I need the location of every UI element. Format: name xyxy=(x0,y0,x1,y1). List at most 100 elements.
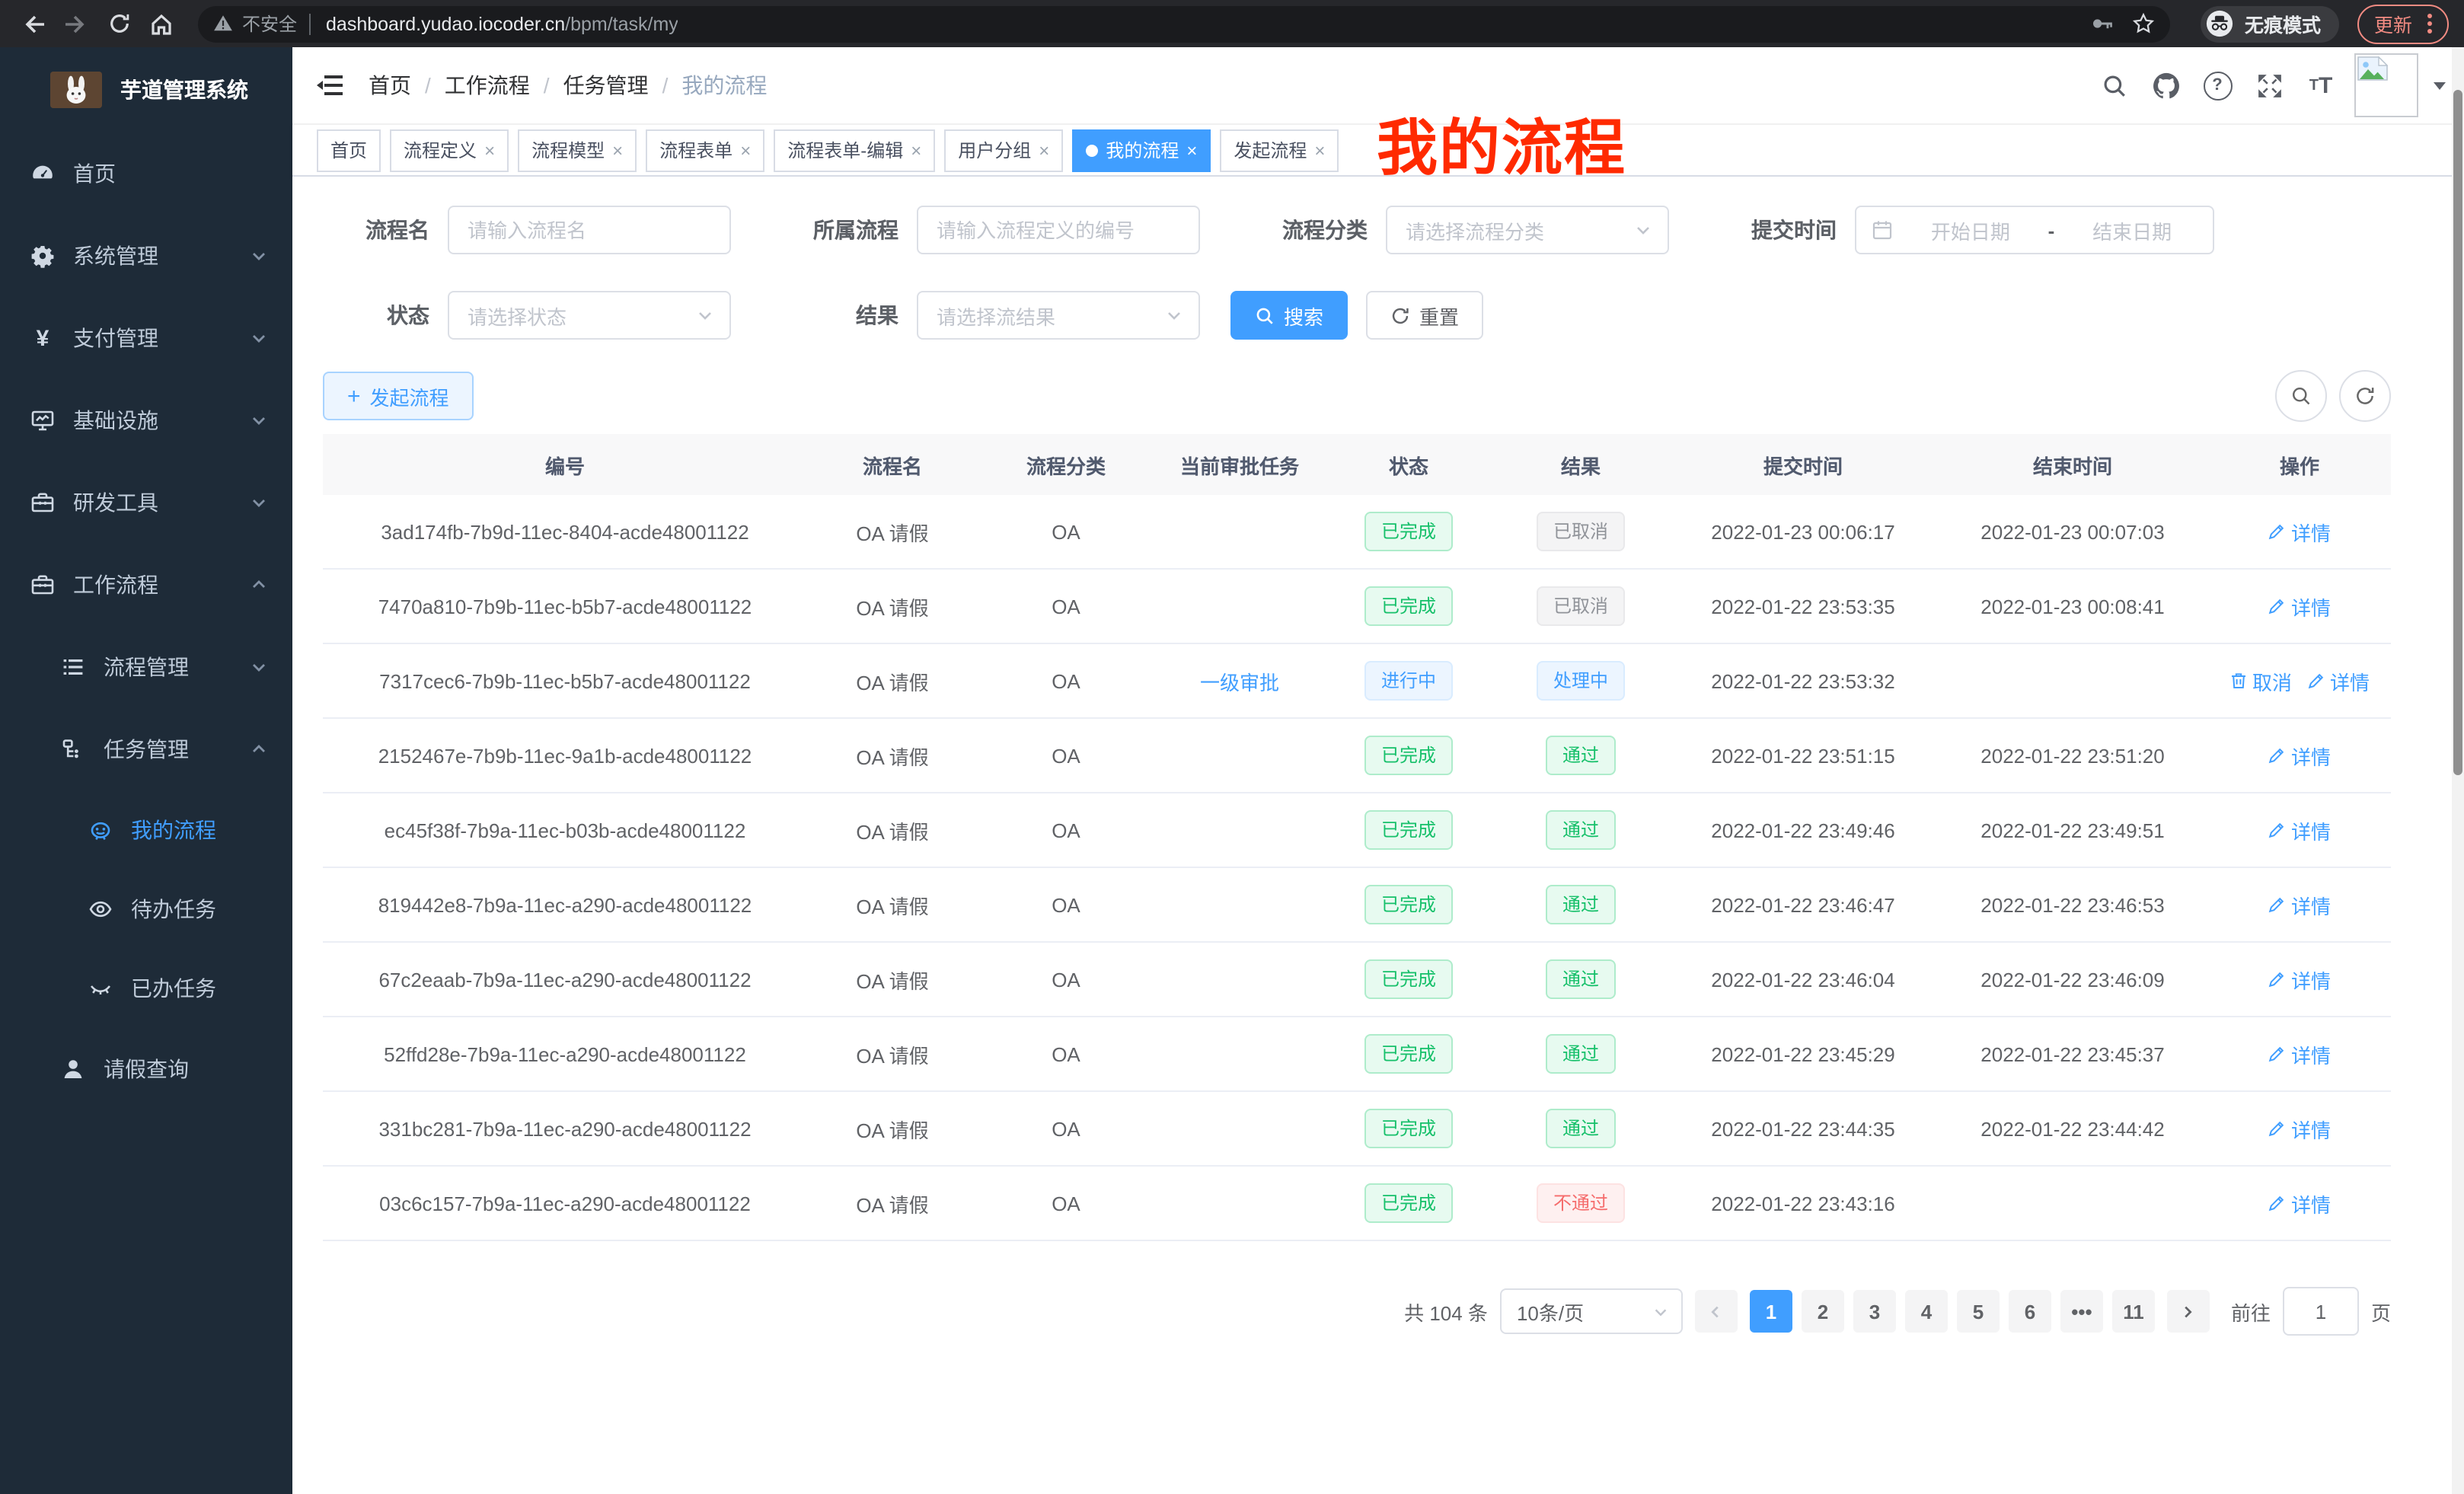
github-icon[interactable] xyxy=(2147,67,2184,104)
incognito-badge: 无痕模式 xyxy=(2201,5,2339,42)
detail-link[interactable]: 详情 xyxy=(2268,890,2331,919)
page-number-button[interactable]: 11 xyxy=(2112,1290,2155,1333)
detail-link[interactable]: 详情 xyxy=(2268,741,2331,770)
eye-closed-icon xyxy=(88,976,113,1001)
breadcrumb-workflow[interactable]: 工作流程 xyxy=(445,70,530,101)
back-icon[interactable] xyxy=(15,5,52,42)
font-size-icon[interactable]: TT xyxy=(2303,67,2339,104)
detail-link[interactable]: 详情 xyxy=(2268,592,2331,621)
sidebar-collapse-icon[interactable] xyxy=(317,73,344,97)
process-category-select[interactable]: 请选择流程分类 xyxy=(1386,206,1669,254)
next-page-button[interactable] xyxy=(2167,1290,2210,1333)
tab-process-definition[interactable]: 流程定义× xyxy=(390,129,509,171)
status-select[interactable]: 请选择状态 xyxy=(448,291,731,340)
browser-menu-icon[interactable] xyxy=(2427,14,2432,34)
search-toggle-button[interactable] xyxy=(2275,370,2327,422)
result-badge: 通过 xyxy=(1546,885,1616,924)
detail-link[interactable]: 详情 xyxy=(2268,517,2331,546)
cell-submit-time: 2022-01-22 23:49:46 xyxy=(1669,819,1937,841)
key-icon[interactable] xyxy=(2091,12,2114,35)
start-process-button[interactable]: + 发起流程 xyxy=(323,372,474,420)
security-label[interactable]: 不安全 xyxy=(242,11,297,37)
avatar-caret-icon[interactable] xyxy=(2434,81,2446,95)
fullscreen-icon[interactable] xyxy=(2251,67,2287,104)
sidebar-item-process-management[interactable]: 流程管理 xyxy=(0,626,292,708)
goto-page-input[interactable] xyxy=(2283,1287,2359,1336)
sidebar-item-done-tasks[interactable]: 已办任务 xyxy=(0,949,292,1028)
page-number-button[interactable]: 6 xyxy=(2009,1290,2051,1333)
start-date-placeholder[interactable]: 开始日期 xyxy=(1905,215,2036,244)
reload-icon[interactable] xyxy=(101,5,137,42)
search-button[interactable]: 搜索 xyxy=(1230,291,1348,340)
detail-link[interactable]: 详情 xyxy=(2268,1039,2331,1068)
refresh-button[interactable] xyxy=(2339,370,2391,422)
page-number-button[interactable]: 3 xyxy=(1853,1290,1896,1333)
detail-link[interactable]: 详情 xyxy=(2268,1189,2331,1218)
result-select[interactable]: 请选择流结果 xyxy=(917,291,1200,340)
scrollbar[interactable] xyxy=(2452,47,2464,1494)
close-icon[interactable]: × xyxy=(612,139,623,161)
chevron-down-icon xyxy=(250,329,268,347)
page-number-button[interactable]: 2 xyxy=(1802,1290,1844,1333)
process-definition-input[interactable] xyxy=(918,207,1198,253)
active-dot xyxy=(1086,144,1098,156)
close-icon[interactable]: × xyxy=(740,139,751,161)
tab-process-form[interactable]: 流程表单× xyxy=(646,129,764,171)
help-icon[interactable]: ? xyxy=(2199,67,2236,104)
detail-link[interactable]: 详情 xyxy=(2268,816,2331,844)
detail-link[interactable]: 详情 xyxy=(2268,1114,2331,1143)
page-number-button[interactable]: 5 xyxy=(1957,1290,2000,1333)
page-number-button[interactable]: ••• xyxy=(2060,1290,2103,1333)
close-icon[interactable]: × xyxy=(1314,139,1325,161)
tab-process-form-edit[interactable]: 流程表单-编辑× xyxy=(774,129,935,171)
detail-link[interactable]: 详情 xyxy=(2307,666,2370,695)
tab-my-process[interactable]: 我的流程× xyxy=(1072,129,1211,171)
cell-process-name: OA 请假 xyxy=(807,1114,978,1143)
sidebar-item-payment[interactable]: ¥ 支付管理 xyxy=(0,297,292,379)
submit-time-range-picker[interactable]: 开始日期 - 结束日期 xyxy=(1855,206,2214,254)
tab-start-process[interactable]: 发起流程× xyxy=(1220,129,1339,171)
close-icon[interactable]: × xyxy=(1039,139,1049,161)
process-name-input[interactable] xyxy=(449,207,729,253)
reset-button[interactable]: 重置 xyxy=(1366,291,1483,340)
tab-home[interactable]: 首页 xyxy=(317,129,381,171)
org-icon xyxy=(61,737,85,761)
end-date-placeholder[interactable]: 结束日期 xyxy=(2067,215,2197,244)
sidebar-item-my-process[interactable]: 我的流程 xyxy=(0,790,292,870)
tab-user-group[interactable]: 用户分组× xyxy=(944,129,1063,171)
breadcrumb-home[interactable]: 首页 xyxy=(369,70,411,101)
sidebar-item-workflow[interactable]: 工作流程 xyxy=(0,544,292,626)
sidebar-item-task-management[interactable]: 任务管理 xyxy=(0,708,292,790)
cell-id: 7317cec6-7b9b-11ec-b5b7-acde48001122 xyxy=(323,669,807,692)
sidebar-item-infrastructure[interactable]: 基础设施 xyxy=(0,379,292,461)
home-icon[interactable] xyxy=(143,5,180,42)
breadcrumb-task-management[interactable]: 任务管理 xyxy=(563,70,649,101)
prev-page-button[interactable] xyxy=(1695,1290,1738,1333)
page-number-button[interactable]: 4 xyxy=(1905,1290,1948,1333)
tab-process-model[interactable]: 流程模型× xyxy=(518,129,637,171)
close-icon[interactable]: × xyxy=(911,139,921,161)
scrollbar-thumb[interactable] xyxy=(2453,90,2462,775)
address-bar[interactable]: 不安全 dashboard.yudao.iocoder.cn/bpm/task/… xyxy=(198,5,2170,42)
chevron-down-icon xyxy=(1165,306,1183,324)
page-number-button[interactable]: 1 xyxy=(1750,1290,1792,1333)
sidebar-item-home[interactable]: 首页 xyxy=(0,132,292,215)
sidebar-item-system[interactable]: 系统管理 xyxy=(0,215,292,297)
chevron-down-icon xyxy=(1652,1303,1669,1320)
browser-update-button[interactable]: 更新 xyxy=(2357,4,2449,43)
search-icon[interactable] xyxy=(2095,67,2132,104)
page-size-select[interactable]: 10条/页 xyxy=(1500,1288,1683,1334)
sidebar-item-leave-query[interactable]: 请假查询 xyxy=(0,1028,292,1110)
bookmark-star-icon[interactable] xyxy=(2132,12,2155,35)
goto-suffix: 页 xyxy=(2371,1297,2391,1326)
current-task-link[interactable]: 一级审批 xyxy=(1200,666,1279,695)
cell-id: 331bc281-7b9a-11ec-a290-acde48001122 xyxy=(323,1117,807,1140)
cancel-link[interactable]: 取消 xyxy=(2229,666,2292,695)
forward-icon[interactable] xyxy=(58,5,94,42)
sidebar-item-dev-tools[interactable]: 研发工具 xyxy=(0,461,292,544)
close-icon[interactable]: × xyxy=(1186,139,1197,161)
sidebar-item-todo-tasks[interactable]: 待办任务 xyxy=(0,870,292,949)
detail-link[interactable]: 详情 xyxy=(2268,965,2331,994)
close-icon[interactable]: × xyxy=(484,139,495,161)
avatar[interactable] xyxy=(2354,53,2418,117)
